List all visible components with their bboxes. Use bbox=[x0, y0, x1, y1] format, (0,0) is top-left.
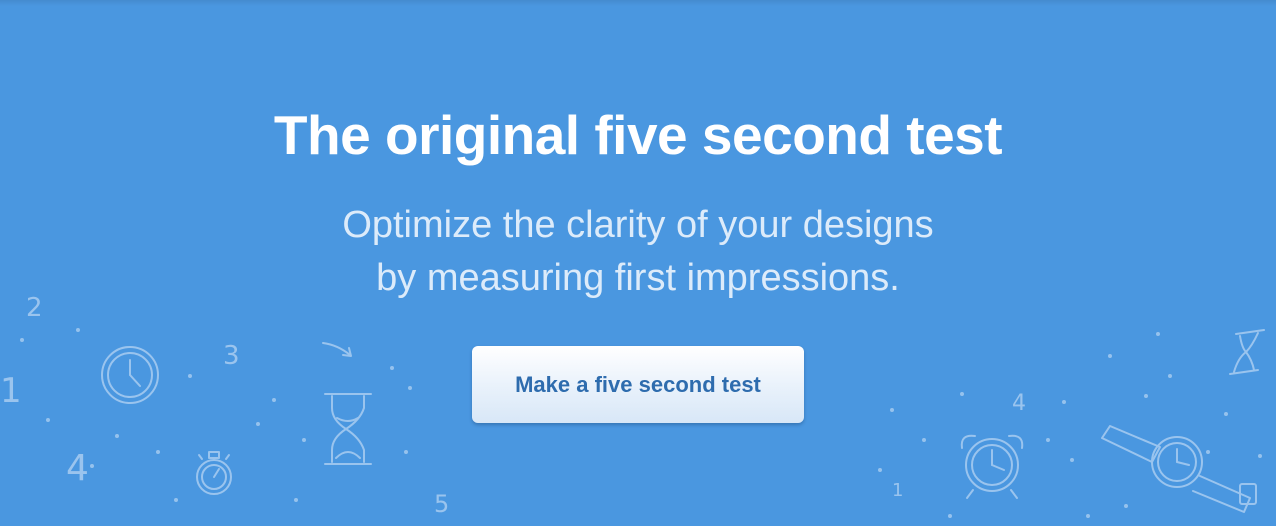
make-test-button[interactable]: Make a five second test bbox=[472, 346, 804, 423]
wall-clock-icon bbox=[101, 346, 159, 404]
doodle-number: 4 bbox=[66, 448, 89, 489]
wristwatch-icon bbox=[1101, 425, 1257, 513]
curved-arrow-icon bbox=[322, 342, 352, 357]
doodle-number: 5 bbox=[434, 490, 449, 518]
page-subtitle: Optimize the clarity of your designs by … bbox=[342, 204, 934, 299]
alarm-clock-icon bbox=[960, 434, 1024, 499]
stopwatch-icon bbox=[196, 451, 232, 495]
doodle-number: 1 bbox=[892, 480, 903, 501]
hourglass-icon bbox=[324, 393, 372, 465]
hero-section: 2 3 1 4 5 4 1 The original five second t… bbox=[0, 0, 1276, 526]
doodle-number: 1 bbox=[0, 371, 22, 411]
doodle-number: 3 bbox=[223, 341, 240, 371]
small-hourglass-icon bbox=[1229, 329, 1265, 375]
doodle-number: 2 bbox=[26, 293, 43, 323]
page-title: The original five second test bbox=[273, 104, 1003, 166]
doodle-number: 4 bbox=[1012, 391, 1026, 416]
